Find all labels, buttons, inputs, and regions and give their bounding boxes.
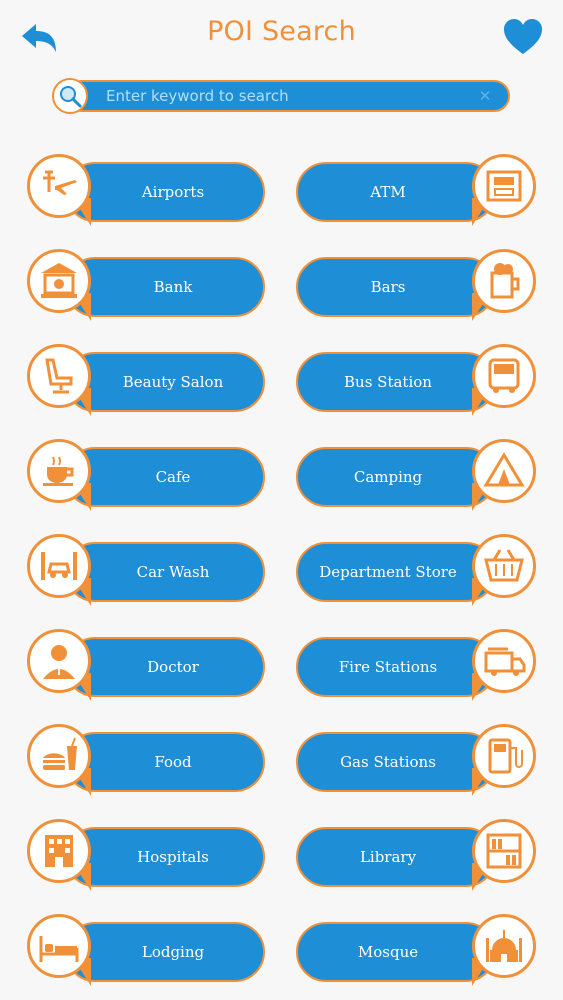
poi-category-button[interactable]: Mosque xyxy=(296,914,536,992)
car-wash-icon xyxy=(27,534,91,598)
poi-category-button[interactable]: Hospitals xyxy=(27,819,267,897)
category-label: ATM xyxy=(370,182,406,201)
category-label: Mosque xyxy=(357,942,419,961)
poi-category-button[interactable]: Cafe xyxy=(27,439,267,517)
poi-category-button[interactable]: Gas Stations xyxy=(296,724,536,802)
poi-category-button[interactable]: Bank xyxy=(27,249,267,327)
bus-icon xyxy=(472,344,536,408)
category-label: Bars xyxy=(370,277,406,296)
category-label: Food xyxy=(154,752,192,771)
category-label: Bus Station xyxy=(344,372,432,391)
poi-category-button[interactable]: Fire Stations xyxy=(296,629,536,707)
poi-category-button[interactable]: Department Store xyxy=(296,534,536,612)
category-badge xyxy=(472,154,536,218)
category-badge xyxy=(472,724,536,788)
search-input[interactable] xyxy=(106,82,476,110)
shopping-basket-icon xyxy=(472,534,536,598)
category-label: Airports xyxy=(141,182,205,201)
category-label: Hospitals xyxy=(137,847,209,866)
doctor-icon xyxy=(27,629,91,693)
burger-drink-icon xyxy=(27,724,91,788)
category-badge xyxy=(472,819,536,883)
category-label: Lodging xyxy=(141,942,205,961)
poi-category-button[interactable]: Bars xyxy=(296,249,536,327)
poi-category-button[interactable]: Doctor xyxy=(27,629,267,707)
category-badge xyxy=(27,724,91,788)
poi-category-button[interactable]: Food xyxy=(27,724,267,802)
category-badge xyxy=(27,819,91,883)
category-label: Department Store xyxy=(319,562,457,581)
category-badge xyxy=(27,914,91,978)
search-icon[interactable] xyxy=(52,78,88,114)
category-badge xyxy=(472,249,536,313)
poi-category-button[interactable]: Lodging xyxy=(27,914,267,992)
atm-icon xyxy=(472,154,536,218)
clear-icon[interactable]: ✕ xyxy=(476,87,494,105)
category-badge xyxy=(472,629,536,693)
category-badge xyxy=(27,154,91,218)
category-badge xyxy=(27,534,91,598)
category-badge xyxy=(27,439,91,503)
airport-icon xyxy=(27,154,91,218)
poi-category-button[interactable]: Bus Station xyxy=(296,344,536,422)
category-label: Fire Stations xyxy=(338,657,438,676)
poi-category-button[interactable]: Library xyxy=(296,819,536,897)
bed-icon xyxy=(27,914,91,978)
search-bar: ✕ xyxy=(66,80,510,112)
coffee-cup-icon xyxy=(27,439,91,503)
category-badge xyxy=(27,344,91,408)
tent-icon xyxy=(472,439,536,503)
favorites-button[interactable] xyxy=(503,18,543,56)
category-label: Doctor xyxy=(147,657,199,676)
poi-category-button[interactable]: Beauty Salon xyxy=(27,344,267,422)
search-box: ✕ xyxy=(52,78,512,114)
fire-truck-icon xyxy=(472,629,536,693)
poi-category-button[interactable]: Camping xyxy=(296,439,536,517)
gas-pump-icon xyxy=(472,724,536,788)
category-label: Library xyxy=(359,847,417,866)
page-title: POI Search xyxy=(207,16,356,47)
salon-chair-icon xyxy=(27,344,91,408)
category-label: Bank xyxy=(153,277,193,296)
category-label: Cafe xyxy=(155,467,191,486)
poi-category-button[interactable]: Car Wash xyxy=(27,534,267,612)
poi-category-button[interactable]: ATM xyxy=(296,154,536,232)
hospital-icon xyxy=(27,819,91,883)
heart-icon xyxy=(504,19,542,54)
category-label: Camping xyxy=(353,467,423,486)
category-label: Beauty Salon xyxy=(122,372,224,391)
bank-icon xyxy=(27,249,91,313)
header: POI Search xyxy=(0,0,563,72)
category-label: Gas Stations xyxy=(340,752,436,771)
bookshelf-icon xyxy=(472,819,536,883)
category-badge xyxy=(27,249,91,313)
category-badge xyxy=(472,439,536,503)
category-badge xyxy=(472,914,536,978)
poi-category-button[interactable]: Airports xyxy=(27,154,267,232)
category-badge xyxy=(472,344,536,408)
mosque-icon xyxy=(472,914,536,978)
category-badge xyxy=(472,534,536,598)
category-label: Car Wash xyxy=(136,562,210,581)
category-badge xyxy=(27,629,91,693)
beer-mug-icon xyxy=(472,249,536,313)
